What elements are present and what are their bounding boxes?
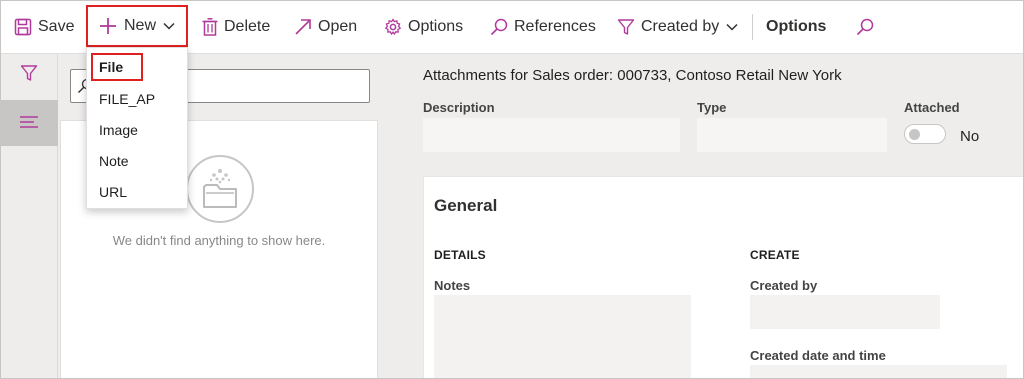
arrow-up-right-icon xyxy=(294,18,312,36)
attached-label: Attached xyxy=(904,100,960,115)
options-button[interactable]: Options xyxy=(384,0,463,54)
menu-item-label: Image xyxy=(99,121,138,138)
toggle-knob xyxy=(909,129,920,140)
action-search-button[interactable] xyxy=(856,0,874,54)
chevron-down-icon xyxy=(725,20,739,34)
references-label: References xyxy=(514,18,596,35)
action-pane: Save New Delete Open Options References xyxy=(0,0,1024,54)
list-view-button[interactable] xyxy=(0,100,58,146)
left-rail xyxy=(0,54,58,379)
search-icon xyxy=(856,18,874,36)
menu-item-label: URL xyxy=(99,183,128,200)
menu-item-label: File xyxy=(99,59,124,75)
menu-item-label: FILE_AP xyxy=(99,90,156,107)
gear-icon xyxy=(384,18,402,36)
plus-icon xyxy=(98,16,118,36)
empty-state-message: We didn't find anything to show here. xyxy=(112,233,326,248)
toolbar-divider xyxy=(752,14,753,40)
new-label: New xyxy=(124,17,157,34)
general-fasttab: General DETAILS Notes CREATE Created by … xyxy=(423,176,1024,379)
menu-item-note[interactable]: Note xyxy=(87,145,187,176)
created-datetime-label: Created date and time xyxy=(750,348,886,363)
menu-item-label: Note xyxy=(99,152,129,169)
save-button[interactable]: Save xyxy=(14,0,74,54)
description-label: Description xyxy=(423,100,495,115)
create-group-heading: CREATE xyxy=(750,248,800,262)
menu-item-file-ap[interactable]: FILE_AP xyxy=(87,83,187,114)
trash-icon xyxy=(202,18,218,36)
type-label: Type xyxy=(697,100,727,115)
notes-field[interactable] xyxy=(434,295,691,379)
attached-value: No xyxy=(960,128,980,145)
filter-pane-button[interactable] xyxy=(20,64,38,85)
open-label: Open xyxy=(318,18,358,35)
save-label: Save xyxy=(38,18,75,35)
details-pane: Attachments for Sales order: 000733, Con… xyxy=(408,54,1024,379)
new-button[interactable]: New xyxy=(86,5,188,47)
general-section-title[interactable]: General xyxy=(434,196,497,216)
tab-options[interactable]: Options xyxy=(766,0,826,54)
references-button[interactable]: References xyxy=(490,0,596,54)
save-icon xyxy=(14,18,32,36)
filter-icon xyxy=(617,18,635,36)
attached-toggle[interactable] xyxy=(904,124,946,144)
description-field[interactable] xyxy=(423,118,680,152)
notes-label: Notes xyxy=(434,278,471,293)
delete-button[interactable]: Delete xyxy=(202,0,270,54)
menu-item-url[interactable]: URL xyxy=(87,176,187,207)
list-icon xyxy=(19,115,39,132)
menu-item-file[interactable]: File xyxy=(91,53,143,81)
type-field[interactable] xyxy=(697,118,887,152)
delete-label: Delete xyxy=(224,18,271,35)
details-group-heading: DETAILS xyxy=(434,248,486,262)
menu-item-image[interactable]: Image xyxy=(87,114,187,145)
options-tab-label: Options xyxy=(766,18,827,35)
options-label: Options xyxy=(408,18,464,35)
created-by-filter-button[interactable]: Created by xyxy=(617,0,739,54)
open-button[interactable]: Open xyxy=(294,0,357,54)
filter-icon xyxy=(20,65,38,85)
created-by-field xyxy=(750,295,940,329)
chevron-down-icon xyxy=(162,19,176,33)
page-title: Attachments for Sales order: 000733, Con… xyxy=(423,67,842,84)
created-by-field-label: Created by xyxy=(750,278,818,293)
search-icon xyxy=(490,18,508,36)
new-dropdown-menu: File FILE_AP Image Note URL xyxy=(86,47,188,209)
created-by-label: Created by xyxy=(641,18,720,35)
empty-folder-icon xyxy=(184,153,256,228)
created-datetime-field xyxy=(750,365,1007,379)
